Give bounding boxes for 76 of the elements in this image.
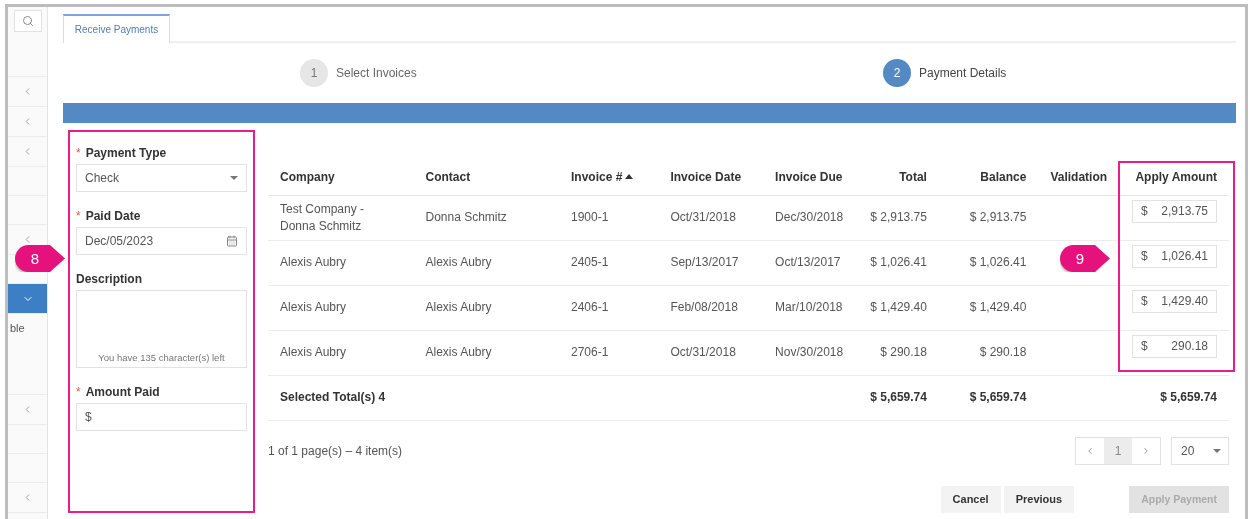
sidebar-label[interactable]: ble xyxy=(10,322,25,334)
table-cell: $ 2,913.75 xyxy=(857,195,939,240)
table-cell: $ 5,659.74 xyxy=(1113,375,1229,420)
table-cell: $ 5,659.74 xyxy=(857,375,939,420)
field-label: Amount Paid xyxy=(85,385,160,399)
field-label: Description xyxy=(76,272,142,286)
totals-label: Selected Total(s) 4 xyxy=(268,375,858,420)
table-cell: $ 1,429.40 xyxy=(938,285,1039,330)
column-header[interactable]: Invoice Date xyxy=(658,159,764,195)
column-header[interactable]: Validation xyxy=(1038,159,1114,195)
step-number: 1 xyxy=(300,59,328,87)
table-cell: Oct/31/2018 xyxy=(658,330,764,375)
table-cell: $ 5,659.74 xyxy=(938,375,1039,420)
field-label: Payment Type xyxy=(85,146,167,160)
calendar-icon xyxy=(226,235,238,247)
amount-field[interactable]: $ xyxy=(76,403,247,431)
column-header[interactable]: Apply Amount xyxy=(1113,159,1229,195)
action-button[interactable]: Previous xyxy=(1003,485,1075,513)
table-cell: $ 290.18 xyxy=(857,330,939,375)
column-header[interactable]: Contact xyxy=(413,159,559,195)
description-field[interactable]: You have 135 character(s) left xyxy=(76,290,247,368)
action-button[interactable]: Cancel xyxy=(940,485,1001,513)
table-cell: $ 1,026.41 xyxy=(938,240,1039,285)
table-cell: Alexis Aubry xyxy=(268,240,414,285)
table-cell: 2406-1 xyxy=(559,285,659,330)
search-button[interactable] xyxy=(13,10,42,32)
column-header[interactable]: Invoice Due xyxy=(763,159,858,195)
search-icon xyxy=(21,15,34,27)
sidebar-item[interactable] xyxy=(8,284,47,314)
caret-icon xyxy=(1213,448,1221,453)
table-cell: Donna Schmitz xyxy=(413,195,559,240)
apply-amount-field[interactable]: $ 1,026.41 xyxy=(1132,244,1217,268)
table-cell: Alexis Aubry xyxy=(268,330,414,375)
tab[interactable]: Receive Payments xyxy=(63,14,170,43)
column-header[interactable]: Invoice # xyxy=(559,159,659,195)
column-header[interactable]: Total xyxy=(857,159,939,195)
table-cell: Alexis Aubry xyxy=(268,285,414,330)
table-cell: Alexis Aubry xyxy=(413,330,559,375)
chevron-left-icon xyxy=(1085,445,1095,456)
table-cell: $ 290.18 xyxy=(938,330,1039,375)
table-cell: Alexis Aubry xyxy=(413,285,559,330)
callout-badge: 9 xyxy=(1060,245,1110,272)
step-label: Payment Details xyxy=(919,66,1007,80)
apply-amount-field[interactable]: $ 1,429.40 xyxy=(1132,289,1217,313)
date-field[interactable]: Dec/05/2023 xyxy=(76,227,247,255)
table-cell: Feb/08/2018 xyxy=(658,285,764,330)
step-label: Select Invoices xyxy=(336,66,417,80)
table-cell: Nov/30/2018 xyxy=(763,330,858,375)
table-cell: Mar/10/2018 xyxy=(763,285,858,330)
column-header[interactable]: Balance xyxy=(938,159,1039,195)
required-mark: * xyxy=(76,146,81,160)
pager-summary: 1 of 1 page(s) – 4 item(s) xyxy=(268,443,403,458)
table-cell: Sep/13/2017 xyxy=(658,240,764,285)
table-cell: 2706-1 xyxy=(559,330,659,375)
table-cell: Alexis Aubry xyxy=(413,240,559,285)
table-cell: Test Company - Donna Schmitz xyxy=(268,195,414,240)
apply-amount-field[interactable]: $ 2,913.75 xyxy=(1132,199,1217,223)
chevron-right-icon xyxy=(1141,445,1151,456)
caret-icon xyxy=(230,176,238,180)
field-label: Paid Date xyxy=(85,209,141,223)
payment-type-select[interactable]: Check xyxy=(76,164,247,192)
table-cell: Dec/30/2018 xyxy=(763,195,858,240)
required-mark: * xyxy=(76,209,81,223)
table-cell: Oct/13/2017 xyxy=(763,240,858,285)
step-number: 2 xyxy=(883,59,911,87)
required-mark: * xyxy=(76,385,81,399)
table-cell: $ 1,429.40 xyxy=(857,285,939,330)
table-cell: $ 1,026.41 xyxy=(857,240,939,285)
page-size-select[interactable]: 20 xyxy=(1171,436,1229,465)
callout-badge: 8 xyxy=(15,245,65,272)
table-cell: 2405-1 xyxy=(559,240,659,285)
table-cell: $ 2,913.75 xyxy=(938,195,1039,240)
table-cell: Oct/31/2018 xyxy=(658,195,764,240)
apply-amount-field[interactable]: $ 290.18 xyxy=(1132,334,1217,358)
table-cell: 1900-1 xyxy=(559,195,659,240)
column-header[interactable]: Company xyxy=(268,159,414,195)
